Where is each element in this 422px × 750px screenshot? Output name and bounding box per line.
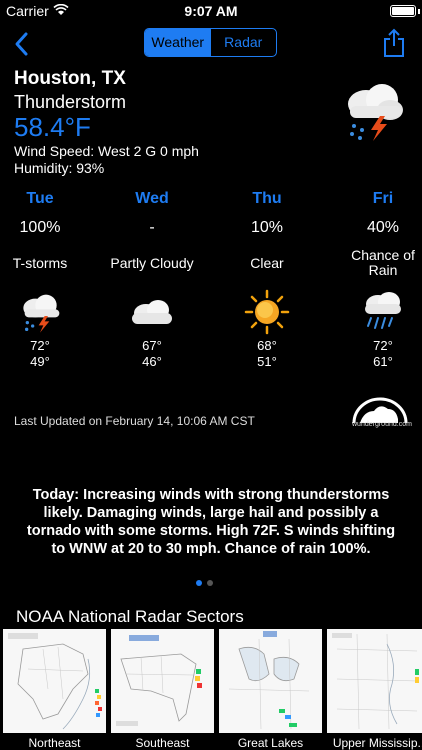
radar-sector-card[interactable]: Southeast: [111, 629, 214, 750]
forecast-day: Fri 40% Chance of Rain 72° 61°: [335, 188, 422, 370]
radar-section-title: NOAA National Radar Sectors: [16, 607, 244, 626]
forecast-precip: -: [149, 219, 155, 236]
forecast-high: 67°: [142, 338, 162, 353]
page-indicator[interactable]: [196, 573, 218, 591]
segment-weather[interactable]: Weather: [145, 29, 211, 56]
radar-sector-card[interactable]: Northeast: [3, 629, 106, 750]
radar-map-image: [327, 629, 422, 733]
radar-sector-label: Great Lakes: [237, 736, 304, 750]
forecast-precip: 40%: [366, 219, 400, 236]
radar-map-image: [3, 629, 106, 733]
city-name: Houston, TX: [14, 68, 126, 89]
segment-radar[interactable]: Radar: [211, 29, 277, 56]
forecast-condition: Chance of Rain: [351, 247, 415, 278]
nav-bar: Weather Radar: [0, 22, 422, 66]
wind-speed: Wind Speed: West 2 G 0 mph: [14, 143, 199, 159]
humidity: Humidity: 93%: [14, 160, 105, 176]
forecast-precip: 10%: [250, 219, 284, 236]
forecast-strip: Tue 100% T-storms 72° 49° Wed - Partly C…: [0, 188, 422, 388]
radar-map-image: [111, 629, 214, 733]
radar-sector-card[interactable]: Great Lakes: [219, 629, 322, 750]
forecast-day-name: Fri: [372, 190, 394, 207]
forecast-day-name: Wed: [135, 190, 169, 207]
forecast-day-name: Thu: [252, 190, 282, 207]
wunderground-label: wunderground.com: [352, 421, 412, 428]
radar-sector-label: Southeast: [135, 736, 190, 750]
radar-sector-card[interactable]: Upper Mississip..: [327, 629, 422, 750]
current-temperature: 58.4°F: [14, 112, 91, 142]
forecast-summary: Today: Increasing winds with strong thun…: [26, 487, 396, 557]
radar-sector-label: Northeast: [28, 736, 81, 750]
status-bar: Carrier 9:07 AM: [0, 0, 422, 22]
status-time: 9:07 AM: [184, 3, 238, 19]
forecast-high: 72°: [30, 338, 50, 353]
page-dot: [207, 580, 213, 586]
forecast-high: 68°: [257, 338, 277, 353]
radar-sector-label: Upper Mississip..: [332, 736, 422, 750]
forecast-precip: 100%: [19, 219, 61, 236]
cloud-icon: [132, 300, 172, 324]
forecast-low: 51°: [257, 354, 277, 369]
forecast-condition: Partly Cloudy: [110, 254, 194, 271]
battery-tip: [418, 9, 420, 14]
battery-icon: [390, 5, 416, 17]
radar-sector-carousel[interactable]: Northeast Southeast Great Lakes Upper Mi…: [0, 629, 422, 750]
back-chevron-icon[interactable]: [10, 30, 34, 58]
forecast-condition: T-storms: [12, 254, 68, 271]
forecast-low: 61°: [373, 354, 393, 369]
last-updated: Last Updated on February 14, 10:06 AM CS…: [14, 414, 255, 428]
current-conditions: Houston, TX Thunderstorm 58.4°F Wind Spe…: [14, 68, 199, 177]
forecast-day: Thu 10% Clear 68° 51°: [219, 188, 315, 370]
rain-icon: [365, 292, 401, 329]
page-dot-active: [196, 580, 202, 586]
forecast-condition: Clear: [250, 254, 284, 271]
radar-map-image: [219, 629, 322, 733]
weather-radar-segmented-control: Weather Radar: [144, 28, 277, 57]
forecast-low: 46°: [142, 354, 162, 369]
current-condition: Thunderstorm: [14, 92, 127, 112]
forecast-day-name: Tue: [26, 190, 54, 207]
thunderstorm-icon: [348, 84, 403, 141]
sun-icon: [244, 289, 290, 335]
share-icon[interactable]: [382, 28, 406, 58]
forecast-high: 72°: [373, 338, 393, 353]
forecast-day: Tue 100% T-storms 72° 49°: [0, 188, 88, 370]
forecast-day: Wed - Partly Cloudy 67° 46°: [104, 188, 200, 370]
thunderstorm-icon: [23, 294, 60, 333]
forecast-low: 49°: [30, 354, 50, 369]
